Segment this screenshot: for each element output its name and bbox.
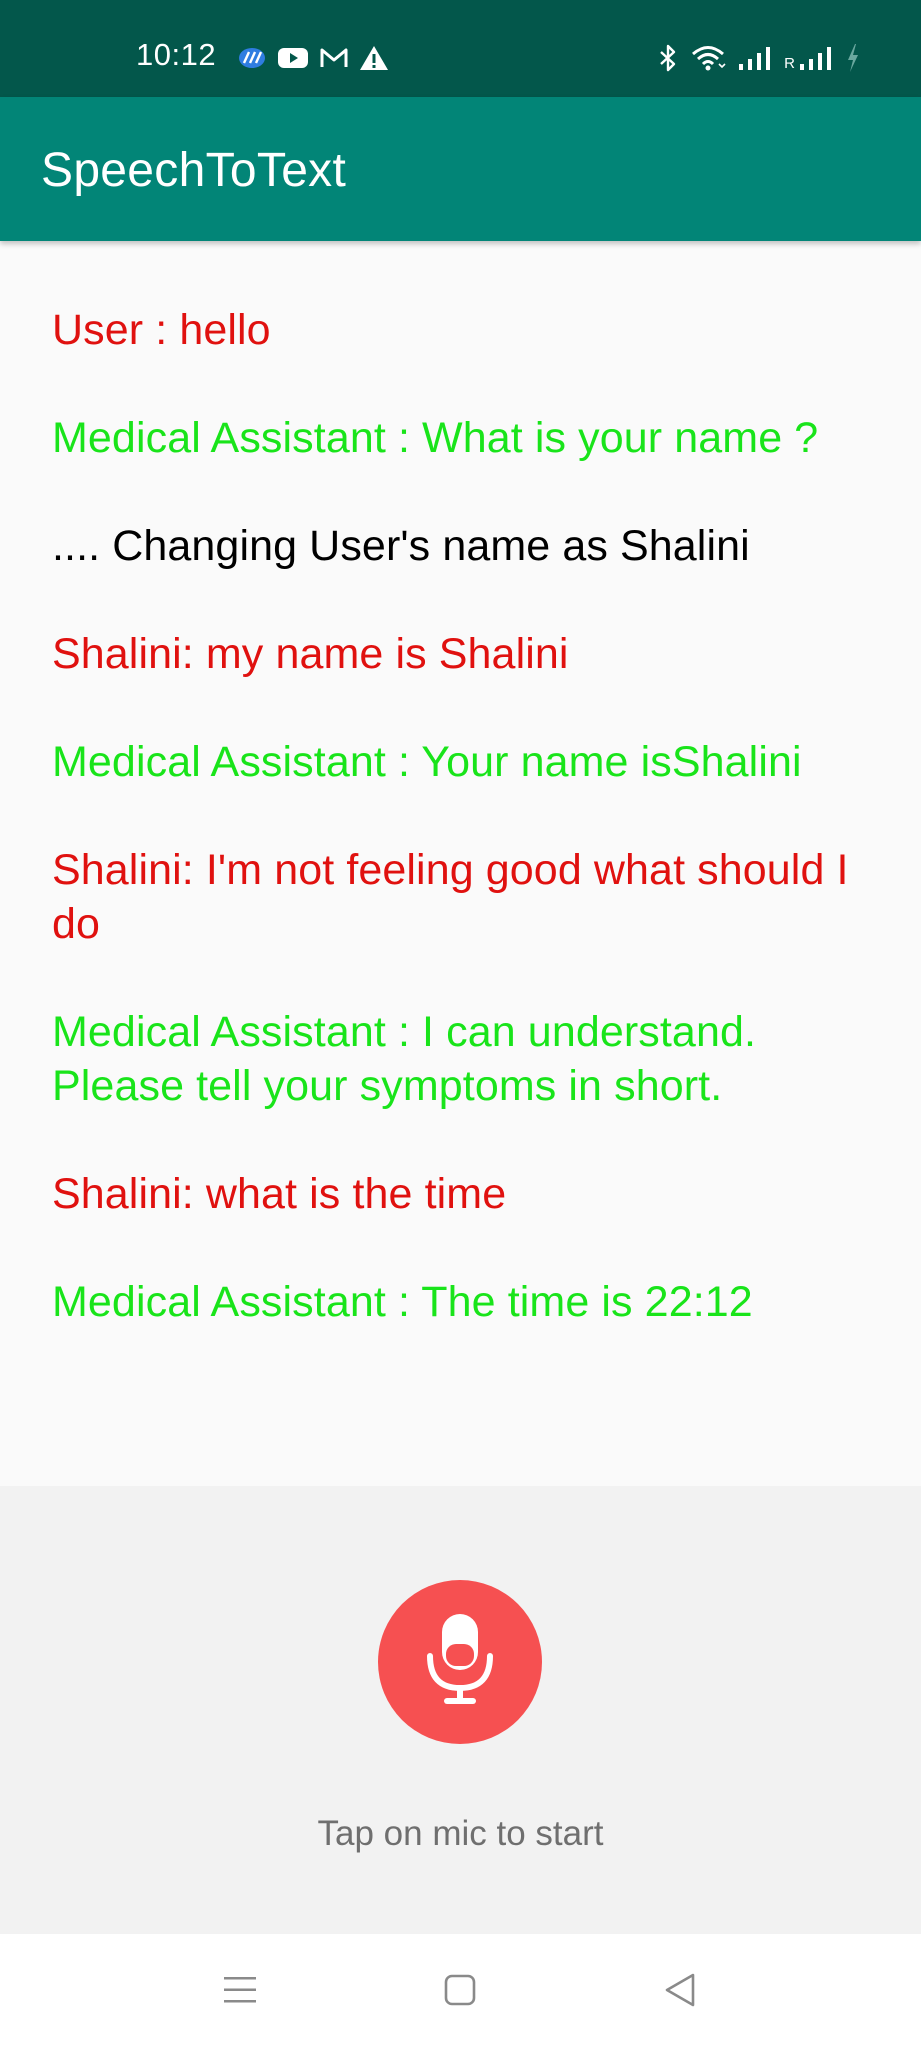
status-bar: 10:12 R [0,0,921,97]
roaming-label: R [784,55,795,72]
chat-message-assistant: Medical Assistant : I can understand. Pl… [52,1008,757,1110]
bluetooth-icon [658,44,678,72]
menu-button[interactable] [210,1962,270,2022]
warning-icon [359,45,389,71]
microphone-icon [420,1610,500,1715]
roaming-signal-icon: R [784,45,833,71]
gmail-icon [319,46,349,70]
chat-message-list: User : hello Medical Assistant : What is… [52,303,892,1383]
app-title: SpeechToText [41,144,347,197]
menu-icon [223,1975,257,2010]
chat-message-user: Shalini: what is the time [52,1170,507,1218]
chat-message-assistant: Medical Assistant : What is your name ? [52,414,819,462]
chat-message-user: Shalini: my name is Shalini [52,630,569,678]
home-button[interactable] [430,1962,490,2022]
back-button[interactable] [650,1962,710,2022]
voice-input-panel: Tap on mic to start [0,1486,921,1934]
home-icon [444,1974,476,2011]
status-notification-icons [237,40,389,76]
mic-hint-text: Tap on mic to start [317,1814,604,1853]
chat-message-assistant: Medical Assistant : The time is 22:12 [52,1278,753,1326]
status-time: 10:12 [136,37,217,72]
youtube-icon [277,46,309,70]
navigation-bar [0,1934,921,2048]
battery-charging-icon [845,43,861,73]
chat-message-user: Shalini: I'm not feeling good what shoul… [52,846,849,948]
vpn-icon [237,46,267,70]
signal-icon [738,45,772,71]
chat-transcript[interactable]: User : hello Medical Assistant : What is… [0,241,921,1486]
app-bar: SpeechToText [0,97,921,241]
chat-message-user: User : hello [52,306,271,354]
status-system-icons: R [658,40,861,76]
wifi-icon [690,44,726,72]
chat-message-assistant: Medical Assistant : Your name isShalini [52,738,802,786]
chat-message-system: .... Changing User's name as Shalini [52,522,750,570]
back-icon [664,1973,696,2012]
mic-button[interactable] [378,1580,542,1744]
